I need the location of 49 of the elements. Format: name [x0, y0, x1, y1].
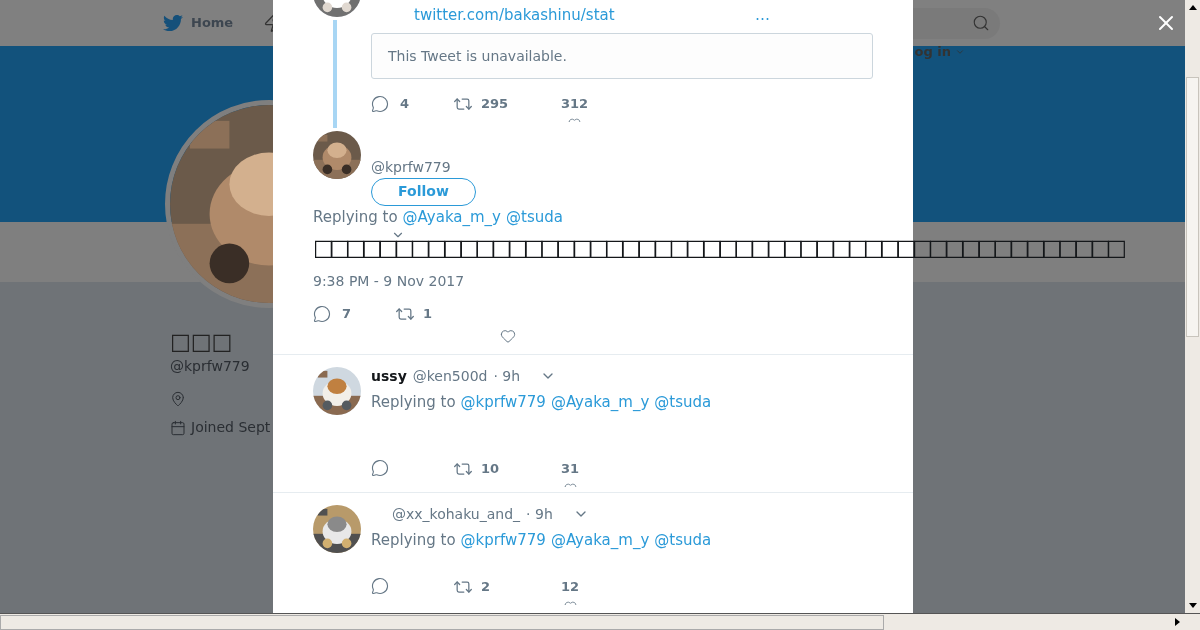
scrollbar-thumb[interactable]	[1186, 76, 1199, 337]
mention-link[interactable]: @kprfw779	[460, 391, 546, 414]
profile-name: □□□	[170, 330, 233, 354]
replying-label: Replying to	[371, 392, 456, 413]
horizontal-scrollbar[interactable]	[0, 613, 1200, 630]
mention-link[interactable]: @kprfw779	[460, 529, 546, 552]
like-count: 31	[561, 460, 580, 478]
user-handle: @ken500d	[412, 367, 488, 385]
mention-link[interactable]: @Ayaka_m_y	[550, 529, 650, 552]
tweet-time: · 9h	[493, 367, 521, 385]
retweet-count: 295	[481, 95, 509, 114]
mention-link[interactable]: @tsuda	[654, 529, 712, 552]
mention-link[interactable]: @Ayaka_m_y	[550, 391, 650, 414]
ellipsis: …	[755, 5, 770, 25]
tweet-text: □□□□□□□□□□□□□□□□□□□□□□□□□□□□□□□□□□□□□□□□□□□□□□□□□□	[313, 236, 1123, 260]
scrollbar-thumb[interactable]	[0, 614, 884, 630]
reply-icon[interactable]	[371, 577, 389, 595]
mention-link[interactable]: @Ayaka_m_y	[402, 205, 501, 228]
retweet-count: 1	[423, 305, 433, 324]
replying-label: Replying to	[371, 530, 456, 551]
scroll-up-arrow-icon[interactable]	[1188, 5, 1197, 10]
tweet-time: · 9h	[526, 505, 553, 523]
calendar-icon	[170, 419, 186, 436]
like-icon[interactable]	[500, 328, 516, 344]
reply-count: 4	[400, 95, 410, 113]
user-name: ussy	[371, 367, 407, 385]
scroll-right-arrow-icon[interactable]	[1175, 618, 1180, 626]
location-icon	[170, 391, 186, 407]
user-handle: @xx_kohaku_and_	[392, 505, 521, 523]
joined-date: Joined Sept	[191, 418, 271, 437]
bird-icon	[163, 13, 183, 33]
retweet-count: 2	[481, 578, 491, 597]
mention-link[interactable]: @tsuda	[506, 205, 563, 228]
like-count: 312	[561, 95, 589, 113]
search-icon[interactable]	[972, 14, 990, 32]
user-handle: @kprfw779	[371, 159, 451, 175]
reply-icon[interactable]	[313, 304, 331, 323]
tweet-link[interactable]: twitter.com/bakashinu/stat	[414, 5, 615, 25]
profile-handle: @kprfw779	[170, 357, 250, 376]
scroll-down-arrow-icon[interactable]	[1188, 603, 1197, 608]
like-count: 12	[561, 578, 580, 596]
reply-icon[interactable]	[371, 459, 389, 477]
mention-link[interactable]: @tsuda	[654, 391, 712, 414]
reply-count: 7	[342, 305, 352, 323]
retweet-count: 10	[481, 460, 500, 479]
unavailable-notice: This Tweet is unavailable.	[388, 46, 567, 66]
home-tab[interactable]: Home	[163, 13, 234, 33]
reply-icon[interactable]	[371, 94, 389, 113]
caret-icon	[955, 47, 965, 57]
